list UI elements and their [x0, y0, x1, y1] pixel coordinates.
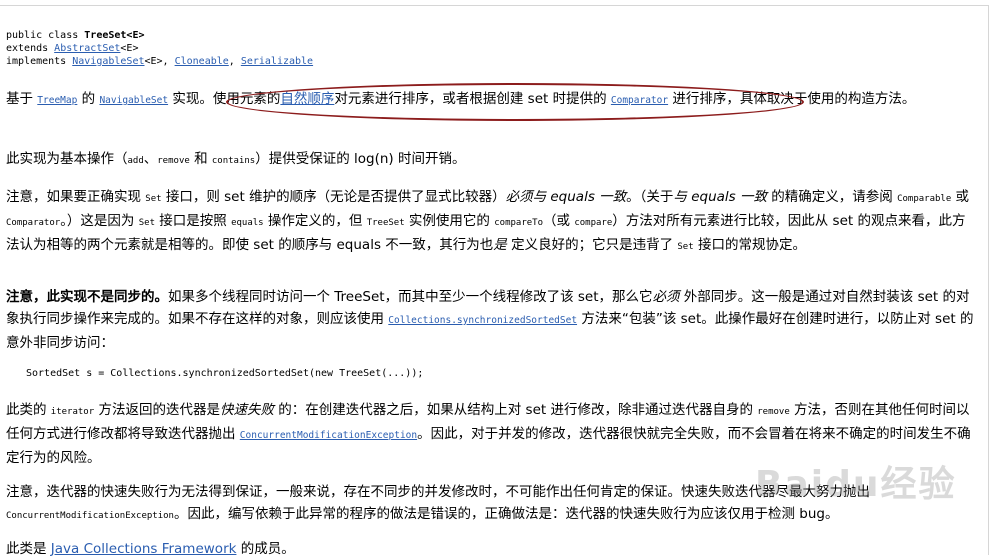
- paragraph-synchronization: 注意，此实现不是同步的。如果多个线程同时访问一个 TreeSet，而其中至少一个…: [6, 289, 974, 351]
- code-example: SortedSet s = Collections.synchronizedSo…: [26, 368, 424, 379]
- navigableset-link[interactable]: NavigableSet: [99, 95, 168, 106]
- paragraph-performance: 此实现为基本操作（add、remove 和 contains）提供受保证的 lo…: [6, 151, 466, 167]
- paragraph-membership: 此类是 Java Collections Framework 的成员。: [6, 541, 295, 557]
- navigableset-interface-link[interactable]: NavigableSet: [72, 56, 144, 67]
- top-divider: [0, 5, 988, 6]
- baidu-watermark: Baidu经验: [755, 464, 957, 505]
- decl-line-implements: implements NavigableSet<E>, Cloneable, S…: [6, 56, 314, 67]
- concurrent-modification-exception-link[interactable]: ConcurrentModificationException: [240, 430, 417, 441]
- treemap-link[interactable]: TreeMap: [37, 95, 77, 106]
- right-divider: [988, 5, 989, 555]
- decl-line-class: public class TreeSet<E>: [6, 30, 145, 41]
- abstractset-link[interactable]: AbstractSet: [54, 43, 120, 54]
- synchronized-sorted-set-link[interactable]: Collections.synchronizedSortedSet: [388, 315, 577, 326]
- paragraph-equals-consistency: 注意，如果要正确实现 Set 接口，则 set 维护的顺序（无论是否提供了显式比…: [6, 189, 970, 253]
- cloneable-link[interactable]: Cloneable: [175, 56, 229, 67]
- class-declaration: public class TreeSet<E> extends Abstract…: [6, 29, 313, 68]
- decl-line-extends: extends AbstractSet<E>: [6, 43, 139, 54]
- serializable-link[interactable]: Serializable: [241, 56, 313, 67]
- class-name: TreeSet<E>: [84, 30, 145, 41]
- highlight-ellipse: [226, 83, 804, 121]
